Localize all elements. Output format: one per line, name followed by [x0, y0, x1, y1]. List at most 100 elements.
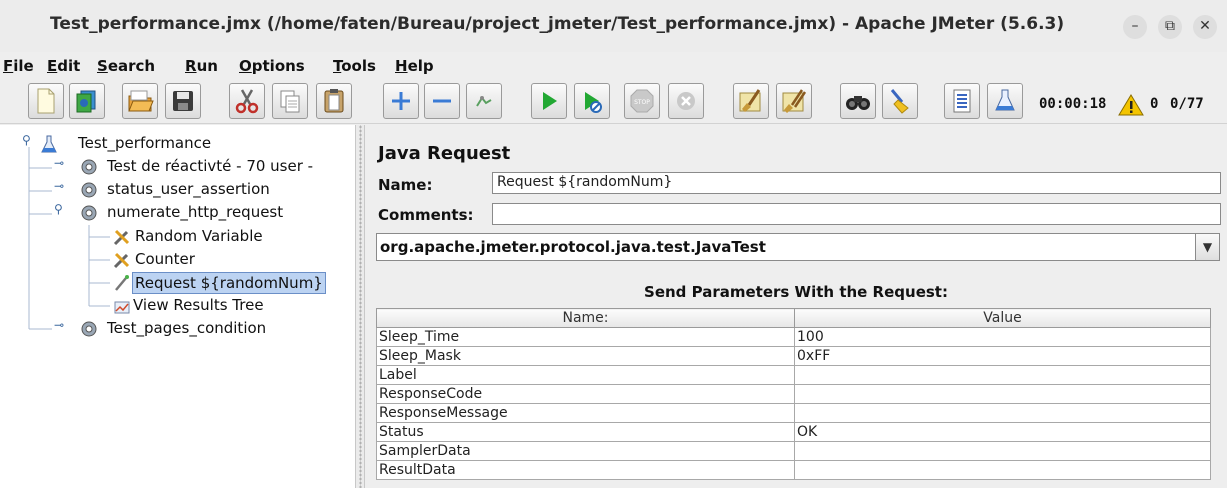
menu-search-label: earch	[107, 57, 156, 75]
new-icon	[37, 88, 55, 114]
param-value-cell[interactable]: OK	[794, 422, 1211, 442]
param-name-cell[interactable]: ResponseMessage	[376, 403, 795, 423]
active-threads-count: 0/77	[1170, 96, 1204, 112]
stop-icon: STOP	[630, 89, 654, 113]
shutdown-button[interactable]	[668, 83, 704, 119]
menu-search-mnemonic: S	[97, 57, 108, 75]
menu-run-mnemonic: R	[185, 57, 197, 75]
param-value-cell[interactable]	[794, 441, 1211, 461]
tree-node-label: Request ${randomNum}	[132, 272, 326, 294]
function-helper-button[interactable]	[944, 83, 980, 119]
menu-help[interactable]: Help	[395, 57, 434, 75]
table-row[interactable]: Sleep_Mask 0xFF	[376, 346, 1211, 366]
clear-icon	[739, 89, 761, 112]
start-no-pause-icon	[585, 92, 602, 113]
table-row[interactable]: ResultData	[376, 460, 1211, 480]
stop-button[interactable]: STOP	[624, 83, 660, 119]
menu-tools-mnemonic: T	[333, 57, 342, 75]
menu-help-mnemonic: H	[395, 57, 408, 75]
close-button[interactable]: ✕	[1193, 15, 1217, 39]
column-header-value[interactable]: Value	[794, 308, 1211, 328]
param-value-cell[interactable]	[794, 365, 1211, 385]
menu-options[interactable]: Options	[239, 57, 305, 75]
param-value-cell[interactable]: 100	[794, 327, 1211, 347]
table-row[interactable]: Status OK	[376, 422, 1211, 442]
clear-button[interactable]	[733, 83, 769, 119]
tree-node-label: Test_pages_condition	[107, 319, 267, 337]
tree-node-label: Random Variable	[135, 227, 263, 245]
warning-icon[interactable]	[1118, 94, 1144, 116]
menu-tools[interactable]: Tools	[333, 57, 376, 75]
param-name-cell[interactable]: ResponseCode	[376, 384, 795, 404]
cut-button[interactable]	[229, 83, 265, 119]
splitter-grip	[359, 125, 362, 488]
copy-button[interactable]	[272, 83, 308, 119]
menu-options-mnemonic: O	[239, 57, 252, 75]
start-icon	[543, 92, 557, 110]
param-value-cell[interactable]	[794, 460, 1211, 480]
panel-title: Java Request	[378, 143, 511, 164]
menu-run[interactable]: Run	[185, 57, 218, 75]
function-helper-icon	[953, 89, 971, 113]
params-table: Name: Value Sleep_Time 100 Sleep_Mask 0xFF…	[376, 308, 1211, 480]
cut-icon	[235, 89, 259, 114]
clear-all-icon	[782, 89, 807, 113]
menu-file-mnemonic: F	[3, 57, 14, 75]
comments-field[interactable]	[492, 203, 1221, 225]
open-button[interactable]	[122, 83, 158, 119]
clear-all-button[interactable]	[776, 83, 812, 119]
templates-button[interactable]	[69, 83, 105, 119]
name-field[interactable]: Request ${randomNum}	[492, 172, 1221, 194]
param-value-cell[interactable]	[794, 384, 1211, 404]
param-name-cell[interactable]: Sleep_Mask	[376, 346, 795, 366]
menu-search[interactable]: Search	[97, 57, 155, 75]
start-button[interactable]	[531, 83, 567, 119]
window-title: Test_performance.jmx (/home/faten/Bureau…	[50, 14, 1065, 34]
param-name-cell[interactable]: Sleep_Time	[376, 327, 795, 347]
new-button[interactable]	[28, 83, 64, 119]
restore-button[interactable]: ⧉	[1158, 15, 1182, 39]
search-button[interactable]	[840, 83, 876, 119]
column-header-name[interactable]: Name:	[376, 308, 795, 328]
jmeter-window: Test_performance.jmx (/home/faten/Bureau…	[0, 0, 1227, 488]
help-button[interactable]	[987, 83, 1023, 119]
menu-edit[interactable]: Edit	[47, 57, 80, 75]
param-value-cell[interactable]: 0xFF	[794, 346, 1211, 366]
menu-edit-label: dit	[57, 57, 81, 75]
menu-edit-mnemonic: E	[47, 57, 58, 75]
start-no-pause-button[interactable]	[574, 83, 610, 119]
dropdown-arrow-icon[interactable]: ▼	[1195, 234, 1219, 260]
table-row[interactable]: Sleep_Time 100	[376, 327, 1211, 347]
table-row[interactable]: SamplerData	[376, 441, 1211, 461]
collapse-button[interactable]	[424, 83, 460, 119]
param-name-cell[interactable]: ResultData	[376, 460, 795, 480]
error-count: 0	[1150, 96, 1159, 112]
menu-file[interactable]: File	[3, 57, 34, 75]
minimize-button[interactable]: –	[1123, 15, 1147, 39]
classname-select[interactable]: org.apache.jmeter.protocol.java.test.Jav…	[376, 233, 1220, 261]
param-name-cell[interactable]: SamplerData	[376, 441, 795, 461]
toggle-button[interactable]	[466, 83, 502, 119]
svg-text:STOP: STOP	[634, 99, 650, 106]
menu-file-label: ile	[13, 57, 34, 75]
tree-node-label: View Results Tree	[133, 296, 264, 314]
expand-button[interactable]	[383, 83, 419, 119]
tree-node-label: Counter	[135, 250, 195, 268]
param-name-cell[interactable]: Label	[376, 365, 795, 385]
comments-label: Comments:	[378, 206, 474, 224]
paste-button[interactable]	[316, 83, 352, 119]
pane-splitter[interactable]	[355, 125, 365, 488]
table-row[interactable]: Label	[376, 365, 1211, 385]
params-title: Send Parameters With the Request:	[644, 283, 948, 301]
save-button[interactable]	[165, 83, 201, 119]
collapse-icon	[433, 99, 451, 103]
reset-search-button[interactable]	[882, 83, 918, 119]
toolbar: STOP 00:00:18 0 0/77	[0, 78, 1227, 124]
table-row[interactable]: ResponseMessage	[376, 403, 1211, 423]
tree-node-label: status_user_assertion	[107, 180, 270, 198]
table-row[interactable]: ResponseCode	[376, 384, 1211, 404]
param-name-cell[interactable]: Status	[376, 422, 795, 442]
toggle-icon	[476, 96, 492, 107]
menu-run-label: un	[196, 57, 218, 75]
param-value-cell[interactable]	[794, 403, 1211, 423]
